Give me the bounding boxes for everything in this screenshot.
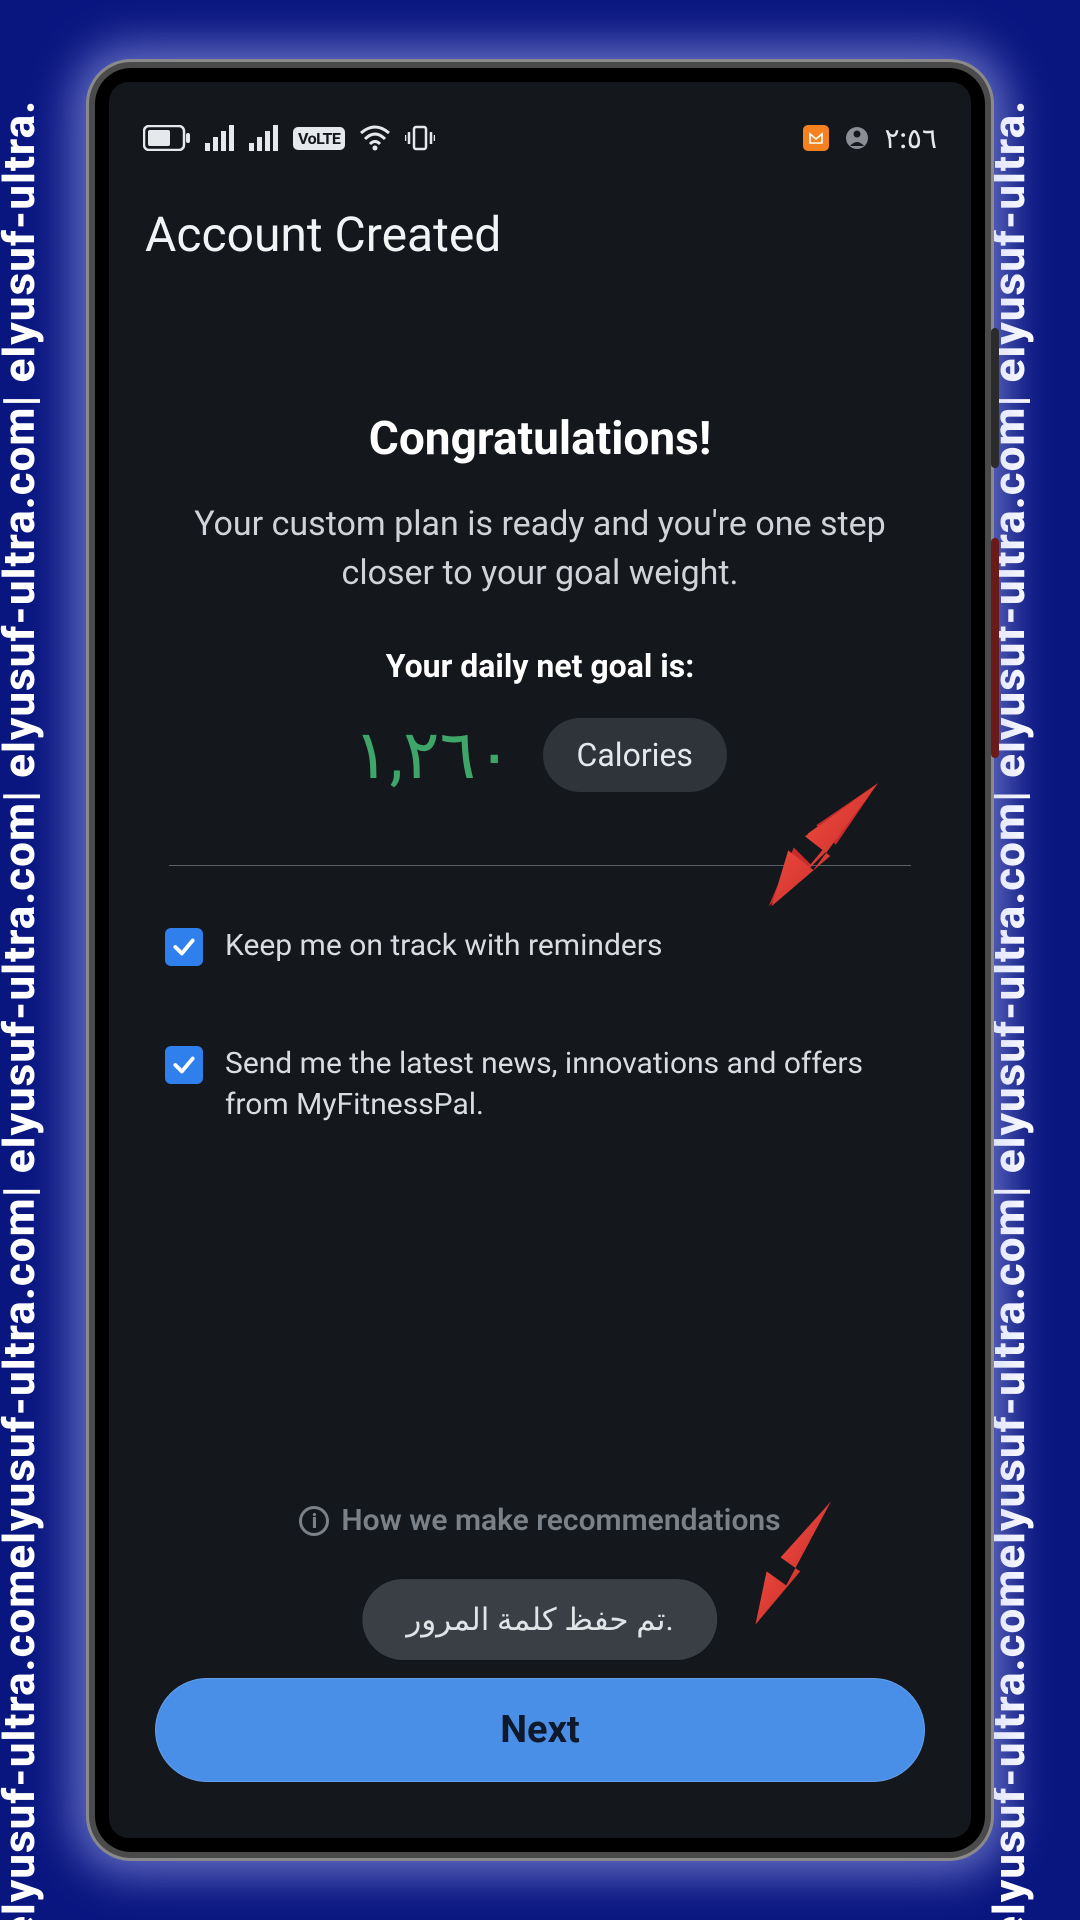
goal-row: ١,٢٦٠ Calories <box>165 715 915 795</box>
congrats-subtext: Your custom plan is ready and you're one… <box>165 500 915 599</box>
content-area: Congratulations! Your custom plan is rea… <box>109 292 971 1838</box>
notification-app-icon <box>803 125 829 151</box>
signal-icon-2 <box>249 125 279 151</box>
page-title: Account Created <box>109 168 971 263</box>
volte-badge: VoLTE <box>293 127 345 150</box>
phone-frame: VoLTE ٢:٥٦ Account Created <box>95 68 985 1852</box>
checkbox-reminders[interactable]: Keep me on track with reminders <box>165 926 915 967</box>
info-icon: i <box>299 1506 329 1536</box>
volume-button <box>991 538 999 758</box>
recommendations-link[interactable]: i How we make recommendations <box>109 1503 971 1538</box>
divider <box>169 865 911 866</box>
checkbox-checked-icon <box>165 928 203 966</box>
checkbox-list: Keep me on track with reminders Send me … <box>165 926 915 1126</box>
next-button-label: Next <box>500 1708 580 1752</box>
password-saved-toast: تم حفظ كلمة المرور. <box>362 1579 717 1660</box>
battery-icon <box>143 125 191 151</box>
watermark-text: elyusuf-ultra.comelyusuf-ultra.com| elyu… <box>0 100 45 1920</box>
calories-unit-button[interactable]: Calories <box>543 718 727 792</box>
recommendations-label: How we make recommendations <box>341 1503 780 1538</box>
checkbox-news-offers[interactable]: Send me the latest news, innovations and… <box>165 1044 915 1125</box>
status-bar: VoLTE ٢:٥٦ <box>109 82 971 168</box>
goal-label: Your daily net goal is: <box>165 647 915 685</box>
congrats-block: Congratulations! Your custom plan is rea… <box>165 412 915 795</box>
goal-value: ١,٢٦٠ <box>353 715 512 795</box>
watermark-left: elyusuf-ultra.comelyusuf-ultra.com| elyu… <box>0 0 90 1920</box>
power-button <box>991 328 999 468</box>
wifi-icon <box>359 125 391 151</box>
status-right: ٢:٥٦ <box>803 122 938 155</box>
status-clock: ٢:٥٦ <box>885 122 938 155</box>
vibrate-icon <box>405 123 435 153</box>
signal-icon <box>205 125 235 151</box>
checkbox-checked-icon <box>165 1046 203 1084</box>
status-left: VoLTE <box>143 123 435 153</box>
congrats-heading: Congratulations! <box>165 412 915 466</box>
watermark-right: elyusuf-ultra.comelyusuf-ultra.com| elyu… <box>990 0 1080 1920</box>
next-button[interactable]: Next <box>155 1678 925 1782</box>
notification-shield-icon <box>843 124 871 152</box>
phone-screen: VoLTE ٢:٥٦ Account Created <box>109 82 971 1838</box>
checkbox-label: Keep me on track with reminders <box>225 926 662 967</box>
checkbox-label: Send me the latest news, innovations and… <box>225 1044 915 1125</box>
